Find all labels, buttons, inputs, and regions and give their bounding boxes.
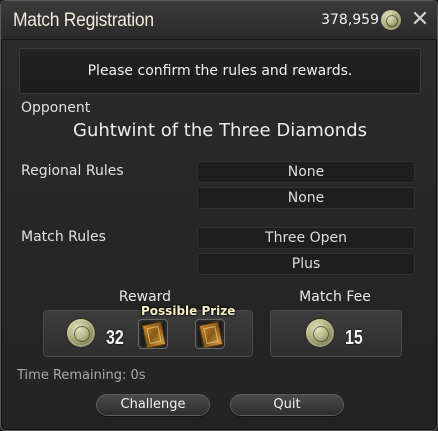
match-rules-label: Match Rules [21, 229, 106, 245]
match-registration-window: Match Registration 378,959 ✕ Please conf… [0, 0, 438, 431]
title-bar[interactable]: Match Registration 378,959 ✕ [1, 1, 437, 40]
mgp-coin-icon [67, 319, 95, 347]
match-fee-panel [270, 310, 402, 357]
prize-card-slot-1[interactable] [138, 319, 168, 349]
challenge-button[interactable]: Challenge [96, 394, 210, 416]
match-rule-1: Three Open [197, 227, 415, 249]
match-fee-coin-quantity: 15 [345, 327, 363, 349]
time-remaining: Time Remaining: 0s [17, 368, 146, 383]
card-icon [198, 321, 224, 348]
gil-amount: 378,959 [321, 12, 379, 28]
possible-prize-label: Possible Prize [141, 304, 236, 318]
close-icon[interactable]: ✕ [409, 9, 431, 31]
match-fee-title: Match Fee [299, 289, 371, 305]
mgp-coin-icon [306, 319, 334, 347]
opponent-label: Opponent [21, 100, 91, 116]
match-rule-2: Plus [197, 253, 415, 275]
regional-rule-2: None [197, 187, 415, 209]
card-icon [141, 321, 167, 348]
regional-rule-1: None [197, 161, 415, 183]
reward-coin-quantity: 32 [106, 327, 124, 349]
reward-title: Reward [118, 289, 172, 305]
quit-button[interactable]: Quit [230, 394, 344, 416]
regional-rules-label: Regional Rules [21, 163, 124, 179]
confirm-banner: Please confirm the rules and rewards. [19, 48, 421, 94]
prize-card-slot-2[interactable] [195, 319, 225, 349]
gil-coin-icon [381, 10, 401, 30]
opponent-name: Guhtwint of the Three Diamonds [73, 120, 367, 141]
window-title: Match Registration [13, 10, 154, 31]
